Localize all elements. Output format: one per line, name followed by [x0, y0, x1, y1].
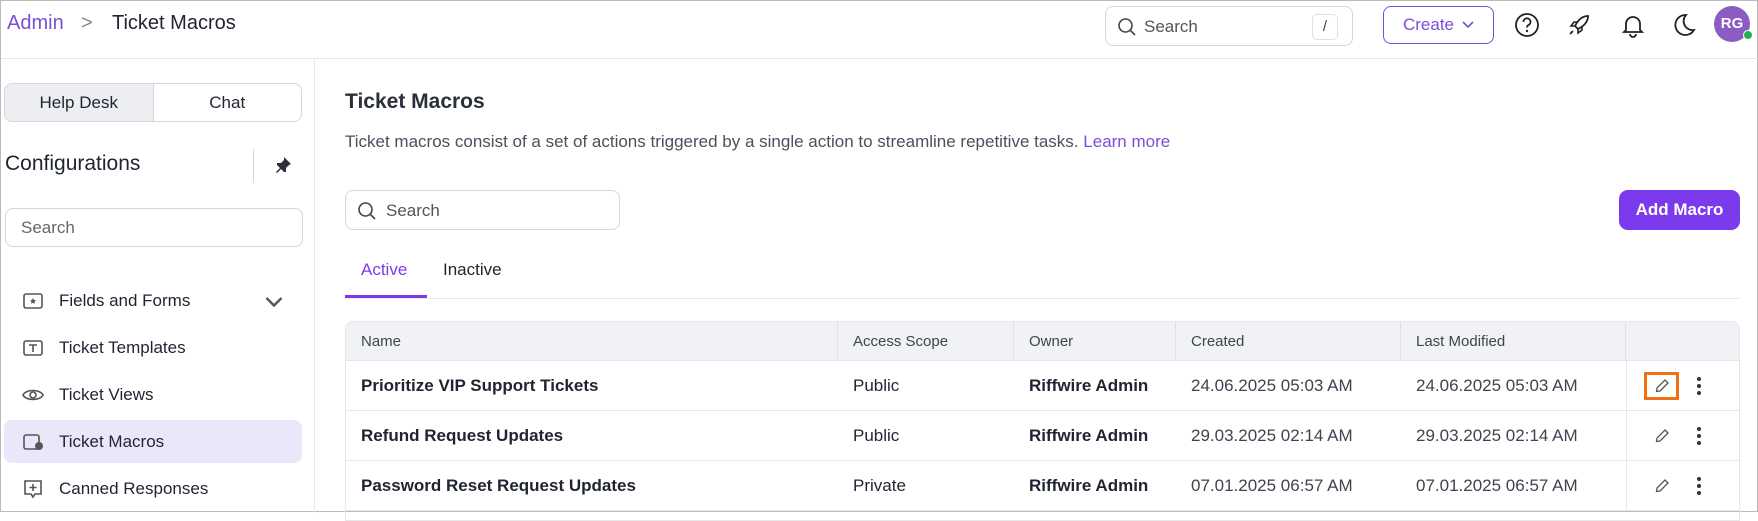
kebab-menu-icon	[1697, 427, 1701, 445]
cell-access-scope: Public	[853, 426, 900, 445]
sidebar-item-label: Ticket Views	[59, 384, 154, 404]
edit-button[interactable]	[1644, 372, 1679, 400]
sidebar-search-input[interactable]: Search	[5, 208, 303, 247]
cell-owner: Riffwire Admin	[1029, 376, 1149, 395]
add-macro-button[interactable]: Add Macro	[1619, 190, 1740, 230]
column-header-last-modified[interactable]: Last Modified	[1401, 322, 1626, 361]
row-actions	[1626, 461, 1739, 511]
toggle-chat[interactable]: Chat	[154, 84, 302, 121]
search-icon	[358, 202, 376, 220]
table-row[interactable]: Refund Request Updates Public Riffwire Adm…	[346, 411, 1739, 461]
toggle-help-desk[interactable]: Help Desk	[5, 84, 154, 121]
create-label: Create	[1402, 15, 1455, 34]
sidebar-item-ticket-templates[interactable]: Ticket Templates	[4, 326, 302, 369]
sidebar-item-label: Ticket Templates	[59, 337, 186, 357]
pin-icon[interactable]	[273, 155, 293, 175]
search-icon	[1118, 18, 1136, 36]
divider	[253, 149, 254, 183]
rocket-icon[interactable]	[1565, 11, 1593, 39]
search-placeholder: Search	[386, 201, 440, 220]
search-shortcut: /	[1312, 14, 1338, 40]
pencil-icon	[1655, 379, 1669, 393]
search-placeholder: Search	[1144, 17, 1198, 36]
edit-button[interactable]	[1644, 422, 1679, 450]
cell-created: 24.06.2025 05:03 AM	[1191, 376, 1353, 395]
top-bar	[1, 1, 1758, 59]
macro-search-input[interactable]: Search	[345, 190, 620, 230]
row-actions	[1626, 361, 1739, 411]
page-description: Ticket macros consist of a set of action…	[345, 132, 1170, 152]
create-button[interactable]: Create	[1383, 6, 1494, 44]
chevron-down-icon	[1462, 21, 1474, 29]
column-header-access-scope[interactable]: Access Scope	[838, 322, 1014, 361]
cell-owner: Riffwire Admin	[1029, 476, 1149, 495]
cell-name[interactable]: Refund Request Updates	[346, 411, 563, 461]
cell-access-scope: Public	[853, 376, 900, 395]
table-header: Name Access Scope Owner Created Last Mod…	[346, 322, 1739, 361]
ticket-template-icon	[23, 339, 43, 356]
ticket-macro-icon	[23, 433, 43, 450]
sidebar-item-label: Fields and Forms	[59, 290, 191, 310]
sidebar-item-fields-and-forms[interactable]: Fields and Forms	[4, 279, 302, 322]
product-toggle: Help Desk Chat	[4, 83, 302, 122]
more-options-button[interactable]	[1689, 373, 1709, 399]
cell-created: 29.03.2025 02:14 AM	[1191, 426, 1353, 445]
sidebar-item-ticket-views[interactable]: Ticket Views	[4, 373, 302, 416]
breadcrumb-admin[interactable]: Admin	[7, 12, 64, 35]
column-header-created[interactable]: Created	[1176, 322, 1401, 361]
online-status-dot	[1743, 30, 1753, 40]
column-header-owner[interactable]: Owner	[1014, 322, 1176, 361]
active-tab-indicator	[345, 295, 427, 298]
cell-last-modified: 07.01.2025 06:57 AM	[1416, 476, 1578, 495]
cell-created: 07.01.2025 06:57 AM	[1191, 476, 1353, 495]
global-search-input[interactable]: Search /	[1105, 6, 1353, 46]
sidebar-title: Configurations	[5, 152, 141, 175]
more-options-button[interactable]	[1689, 473, 1709, 499]
sidebar-item-canned-responses[interactable]: Canned Responses	[4, 467, 302, 510]
fields-forms-icon	[23, 292, 43, 309]
cell-owner: Riffwire Admin	[1029, 426, 1149, 445]
description-text: Ticket macros consist of a set of action…	[345, 132, 1079, 151]
table-row[interactable]: Prioritize VIP Support Tickets Public Riff…	[346, 361, 1739, 411]
row-actions	[1626, 411, 1739, 461]
tab-active[interactable]: Active	[361, 260, 407, 280]
sidebar: Help Desk Chat Configurations Search Fie…	[1, 59, 315, 513]
macros-table: Name Access Scope Owner Created Last Mod…	[345, 321, 1740, 521]
dark-mode-moon-icon[interactable]	[1669, 11, 1697, 39]
breadcrumb-current: Ticket Macros	[112, 12, 236, 34]
pencil-icon	[1655, 429, 1669, 443]
kebab-menu-icon	[1697, 477, 1701, 495]
sidebar-item-label: Canned Responses	[59, 478, 209, 498]
help-icon[interactable]	[1513, 11, 1541, 39]
tab-inactive[interactable]: Inactive	[443, 260, 502, 280]
sidebar-item-ticket-macros[interactable]: Ticket Macros	[4, 420, 302, 463]
sidebar-item-label: Ticket Macros	[59, 431, 165, 451]
edit-button[interactable]	[1644, 472, 1679, 500]
avatar-initials: RG	[1720, 15, 1744, 32]
pencil-icon	[1655, 479, 1669, 493]
page-title: Ticket Macros	[345, 90, 485, 113]
cell-last-modified: 24.06.2025 05:03 AM	[1416, 376, 1578, 395]
chevron-down-icon[interactable]	[262, 289, 286, 313]
more-options-button[interactable]	[1689, 423, 1709, 449]
column-header-name[interactable]: Name	[346, 322, 838, 361]
bell-icon[interactable]	[1619, 11, 1647, 39]
eye-icon	[22, 389, 44, 400]
cell-name[interactable]: Password Reset Request Updates	[346, 461, 636, 511]
cell-last-modified: 29.03.2025 02:14 AM	[1416, 426, 1578, 445]
canned-response-icon	[24, 479, 42, 498]
kebab-menu-icon	[1697, 377, 1701, 395]
cell-name[interactable]: Prioritize VIP Support Tickets	[346, 361, 598, 411]
learn-more-link[interactable]: Learn more	[1083, 132, 1170, 151]
user-avatar[interactable]: RG	[1714, 6, 1753, 42]
cell-access-scope: Private	[853, 476, 906, 495]
tabs-divider	[345, 298, 1740, 299]
table-row[interactable]: Password Reset Request Updates Private Rif…	[346, 461, 1739, 511]
breadcrumb-separator: >	[81, 12, 93, 34]
